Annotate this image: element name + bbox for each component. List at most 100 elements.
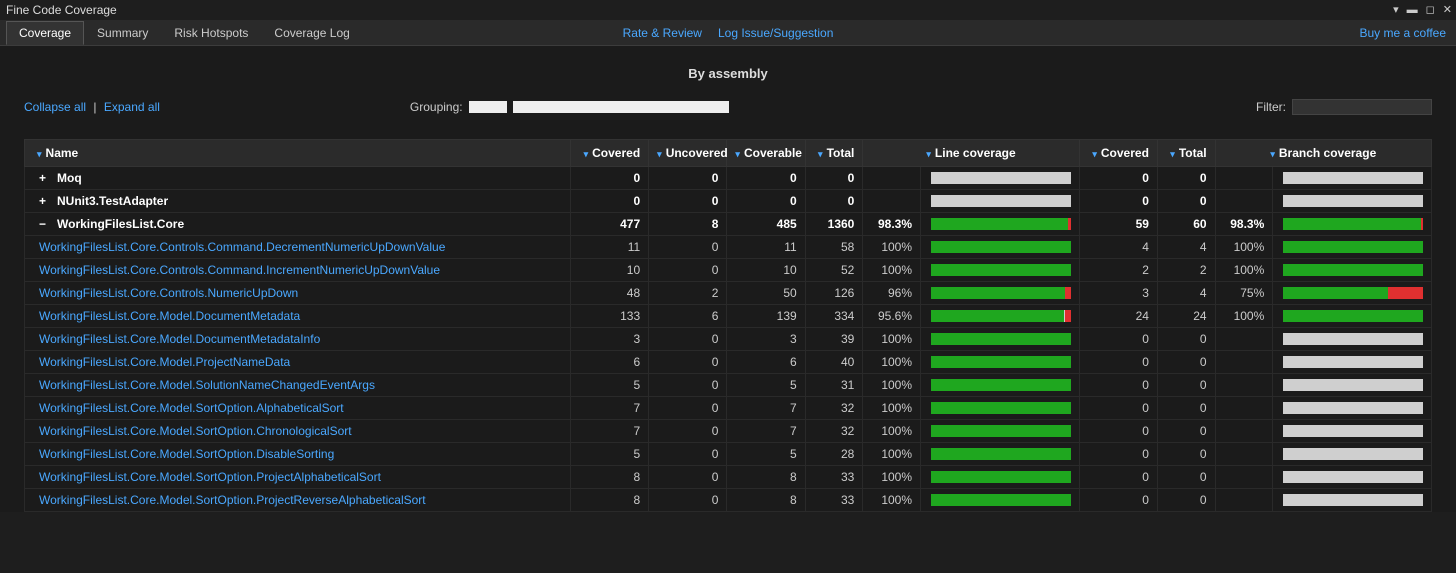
filter-input[interactable] xyxy=(1292,99,1432,115)
branch-coverage-bar xyxy=(1283,310,1423,322)
cell-coverable: 11 xyxy=(727,236,805,259)
cell-total: 31 xyxy=(805,374,863,397)
cell-branch-total: 0 xyxy=(1157,397,1215,420)
cell-coverable: 7 xyxy=(727,397,805,420)
class-row: WorkingFilesList.Core.Model.SortOption.P… xyxy=(25,466,1432,489)
cell-branch-total: 0 xyxy=(1157,351,1215,374)
cell-coverable: 5 xyxy=(727,374,805,397)
toggle-icon[interactable]: − xyxy=(39,217,51,231)
close-icon[interactable]: ✕ xyxy=(1443,5,1452,16)
branch-coverage-bar xyxy=(1283,448,1423,460)
cell-total: 28 xyxy=(805,443,863,466)
sort-icon: ▾ xyxy=(926,149,931,159)
class-row: WorkingFilesList.Core.Controls.Command.I… xyxy=(25,259,1432,282)
table-header-row: ▾Name ▾Covered ▾Uncovered ▾Coverable ▾To… xyxy=(25,140,1432,167)
toggle-icon[interactable]: + xyxy=(39,171,51,185)
cell-branch-total: 0 xyxy=(1157,190,1215,213)
col-coverable[interactable]: ▾Coverable xyxy=(727,140,805,167)
collapse-all-link[interactable]: Collapse all xyxy=(24,100,86,114)
cell-branch-covered: 3 xyxy=(1079,282,1157,305)
cell-branch-total: 60 xyxy=(1157,213,1215,236)
cell-coverable: 485 xyxy=(727,213,805,236)
row-name-link[interactable]: WorkingFilesList.Core.Model.SortOption.C… xyxy=(25,420,571,443)
branch-coverage-bar xyxy=(1283,264,1423,276)
cell-branch-covered: 59 xyxy=(1079,213,1157,236)
log-issue-link[interactable]: Log Issue/Suggestion xyxy=(718,26,833,40)
cell-branch-covered: 0 xyxy=(1079,328,1157,351)
cell-covered: 7 xyxy=(570,420,648,443)
tab-summary[interactable]: Summary xyxy=(84,21,161,45)
cell-uncovered: 0 xyxy=(649,397,727,420)
cell-total: 32 xyxy=(805,397,863,420)
tab-risk-hotspots[interactable]: Risk Hotspots xyxy=(161,21,261,45)
cell-coverable: 0 xyxy=(727,167,805,190)
cell-branch-total: 0 xyxy=(1157,167,1215,190)
col-total[interactable]: ▾Total xyxy=(805,140,863,167)
cell-line-bar xyxy=(921,443,1080,466)
cell-total: 33 xyxy=(805,489,863,512)
cell-line-bar xyxy=(921,305,1080,328)
row-name-link[interactable]: WorkingFilesList.Core.Model.SolutionName… xyxy=(25,374,571,397)
cell-total: 126 xyxy=(805,282,863,305)
buy-coffee-link[interactable]: Buy me a coffee xyxy=(1360,26,1456,40)
rate-review-link[interactable]: Rate & Review xyxy=(623,26,702,40)
tab-coverage[interactable]: Coverage xyxy=(6,21,84,45)
cell-coverable: 0 xyxy=(727,190,805,213)
cell-covered: 477 xyxy=(570,213,648,236)
branch-coverage-bar xyxy=(1283,287,1423,299)
cell-covered: 0 xyxy=(570,190,648,213)
grouping-slider-range[interactable] xyxy=(513,101,729,113)
cell-uncovered: 0 xyxy=(649,167,727,190)
col-branch-coverage[interactable]: ▾Branch coverage xyxy=(1215,140,1431,167)
row-name-link[interactable]: WorkingFilesList.Core.Model.SortOption.D… xyxy=(25,443,571,466)
grouping-slider-track[interactable] xyxy=(469,101,507,113)
content-area: By assembly Collapse all | Expand all Gr… xyxy=(0,46,1456,512)
cell-line-pct: 100% xyxy=(863,489,921,512)
row-name-link[interactable]: WorkingFilesList.Core.Controls.Command.D… xyxy=(25,236,571,259)
col-branch-total[interactable]: ▾Total xyxy=(1157,140,1215,167)
cell-uncovered: 0 xyxy=(649,443,727,466)
window-menu-icon[interactable]: ▾ xyxy=(1393,5,1399,16)
section-heading: By assembly xyxy=(24,66,1432,81)
cell-covered: 11 xyxy=(570,236,648,259)
class-row: WorkingFilesList.Core.Model.ProjectNameD… xyxy=(25,351,1432,374)
maximize-icon[interactable]: ◻ xyxy=(1426,5,1435,16)
row-name-link[interactable]: WorkingFilesList.Core.Controls.Command.I… xyxy=(25,259,571,282)
cell-covered: 7 xyxy=(570,397,648,420)
col-line-coverage[interactable]: ▾Line coverage xyxy=(863,140,1079,167)
row-name-link[interactable]: WorkingFilesList.Core.Model.DocumentMeta… xyxy=(25,305,571,328)
cell-branch-covered: 2 xyxy=(1079,259,1157,282)
col-uncovered[interactable]: ▾Uncovered xyxy=(649,140,727,167)
assembly-row: +NUnit3.TestAdapter000000 xyxy=(25,190,1432,213)
cell-branch-total: 24 xyxy=(1157,305,1215,328)
coverage-table: ▾Name ▾Covered ▾Uncovered ▾Coverable ▾To… xyxy=(24,139,1432,512)
row-name-link[interactable]: WorkingFilesList.Core.Model.SortOption.A… xyxy=(25,397,571,420)
cell-branch-bar xyxy=(1273,259,1432,282)
line-coverage-bar xyxy=(931,448,1071,460)
cell-total: 334 xyxy=(805,305,863,328)
cell-branch-pct: 100% xyxy=(1215,305,1273,328)
cell-branch-total: 0 xyxy=(1157,489,1215,512)
tab-coverage-log[interactable]: Coverage Log xyxy=(261,21,362,45)
cell-uncovered: 0 xyxy=(649,259,727,282)
minimize-icon[interactable]: ▬ xyxy=(1407,5,1418,16)
cell-total: 32 xyxy=(805,420,863,443)
row-name-link[interactable]: WorkingFilesList.Core.Model.SortOption.P… xyxy=(25,466,571,489)
col-covered[interactable]: ▾Covered xyxy=(570,140,648,167)
row-name-link[interactable]: WorkingFilesList.Core.Controls.NumericUp… xyxy=(25,282,571,305)
cell-line-pct: 100% xyxy=(863,397,921,420)
col-branch-covered[interactable]: ▾Covered xyxy=(1079,140,1157,167)
filter-control: Filter: xyxy=(1256,99,1432,115)
row-name-link[interactable]: WorkingFilesList.Core.Model.DocumentMeta… xyxy=(25,328,571,351)
row-name-link[interactable]: WorkingFilesList.Core.Model.SortOption.P… xyxy=(25,489,571,512)
cell-line-bar xyxy=(921,397,1080,420)
row-name-link[interactable]: WorkingFilesList.Core.Model.ProjectNameD… xyxy=(25,351,571,374)
cell-line-pct: 96% xyxy=(863,282,921,305)
col-name[interactable]: ▾Name xyxy=(25,140,571,167)
cell-branch-total: 0 xyxy=(1157,443,1215,466)
line-coverage-bar xyxy=(931,402,1071,414)
cell-branch-pct: 75% xyxy=(1215,282,1273,305)
expand-all-link[interactable]: Expand all xyxy=(104,100,160,114)
line-coverage-bar xyxy=(931,287,1071,299)
toggle-icon[interactable]: + xyxy=(39,194,51,208)
